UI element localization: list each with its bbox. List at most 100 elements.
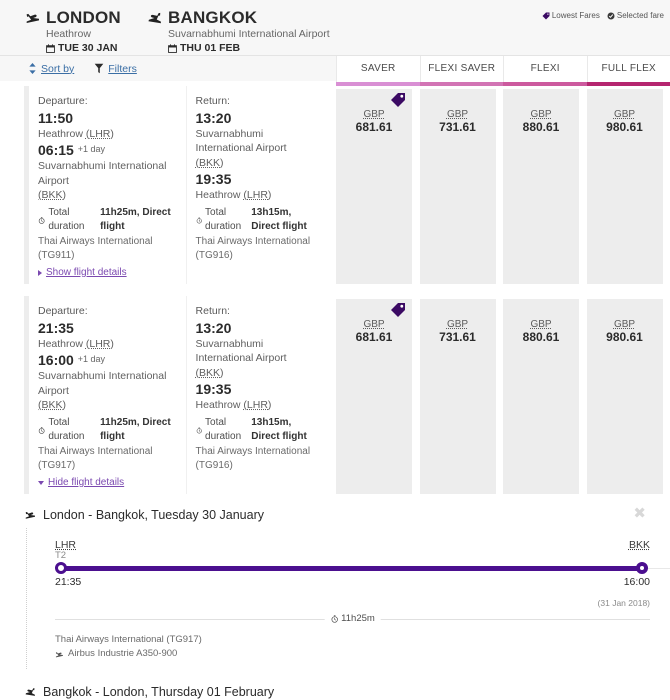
return-departure-time: 13:20 [196, 109, 322, 127]
outbound-arrival-airport: Suvarnabhumi International Airport [38, 369, 180, 398]
toggle-details-label: Hide flight details [48, 476, 124, 491]
sort-by-label: Sort by [41, 63, 74, 75]
fare-price-cell[interactable]: GBP 681.61 [336, 299, 412, 494]
segment-body: LHR T2 BKK 21:35 16:00 (31 Jan 2018) 11h… [26, 528, 660, 669]
fare-currency: GBP [447, 319, 468, 330]
sort-by-button[interactable]: Sort by [18, 63, 84, 75]
return-dep-code-line: (BKK) [196, 366, 322, 381]
return-carrier: Thai Airways International (TG916) [196, 445, 322, 474]
return-duration-value: 13h15m, Direct flight [251, 206, 322, 235]
destination-city: BANGKOK [168, 8, 330, 27]
timeline-departure-time: 21:35 [55, 576, 81, 588]
fare-price-cell[interactable]: GBP 980.61 [587, 89, 663, 284]
fare-amount: 681.61 [356, 330, 393, 344]
hide-flight-details-toggle[interactable]: Hide flight details [38, 476, 180, 491]
fare-price-cell[interactable]: GBP 731.61 [420, 89, 496, 284]
fare-column-header[interactable]: SAVER [336, 56, 420, 82]
outbound-arr-time-value: 06:15 [38, 142, 74, 158]
fare-amount: 980.61 [606, 330, 643, 344]
outbound-departure-time: 21:35 [38, 319, 180, 337]
clock-icon [38, 216, 45, 225]
outbound-dep-airport-name: Heathrow [38, 128, 83, 140]
show-flight-details-toggle[interactable]: Show flight details [38, 266, 180, 281]
outbound-duration-value: 11h25m, Direct flight [100, 206, 179, 235]
return-arr-airport-code: (LHR) [243, 399, 271, 411]
outbound-dep-airport-name: Heathrow [38, 338, 83, 350]
origin-date: TUE 30 JAN [46, 41, 121, 55]
segment-aircraft: Airbus Industrie A350-900 [55, 647, 660, 661]
destination-date-text: THU 01 FEB [180, 41, 240, 55]
fare-amount: 681.61 [356, 120, 393, 134]
fare-column-header[interactable]: FLEXI [503, 56, 587, 82]
calendar-icon [168, 44, 177, 53]
outbound-day-offset: +1 day [78, 144, 105, 154]
tag-icon [542, 12, 550, 20]
flight-card[interactable]: Departure: 11:50 Heathrow (LHR) 06:15 +1… [24, 86, 670, 284]
legend-selected-label: Selected fare [617, 11, 664, 20]
outbound-duration-prefix: Total duration [48, 206, 97, 235]
outbound-departure-time: 11:50 [38, 109, 180, 127]
clock-icon [196, 216, 202, 225]
toggle-details-label: Show flight details [46, 266, 127, 281]
return-arrival-airport: Heathrow (LHR) [196, 398, 322, 413]
flight-card[interactable]: Departure: 21:35 Heathrow (LHR) 16:00 +1… [24, 296, 670, 494]
route-destination: BANGKOK Suvarnabhumi International Airpo… [146, 8, 330, 55]
fare-column-headers: SAVER FLEXI SAVER FLEXI FULL FLEX [336, 56, 670, 82]
plane-takeoff-icon [24, 509, 37, 521]
fare-amount: 880.61 [523, 330, 560, 344]
fare-price-cell[interactable]: GBP 880.61 [503, 89, 579, 284]
fare-price-row: GBP 681.61 GBP 731.61 GBP 880.61 GBP 980… [336, 86, 670, 284]
segment-operator: Thai Airways International (TG917) [55, 633, 660, 647]
return-arr-airport-name: Heathrow [196, 399, 241, 411]
timeline-origin-terminal: T2 [55, 551, 66, 561]
return-arrival-time: 19:35 [196, 380, 322, 398]
filters-button[interactable]: Filters [84, 63, 147, 75]
plane-landing-icon [24, 686, 37, 698]
timeline-arrival-time: 16:00 [624, 576, 650, 588]
destination-airport: Suvarnabhumi International Airport [168, 27, 330, 41]
calendar-icon [46, 44, 55, 53]
fare-amount: 880.61 [523, 120, 560, 134]
fare-price-cell[interactable]: GBP 980.61 [587, 299, 663, 494]
return-duration-prefix: Total duration [205, 206, 248, 235]
outbound-departure-airport: Heathrow (LHR) [38, 337, 180, 352]
outbound-carrier: Thai Airways International (TG917) [38, 445, 180, 474]
return-label: Return: [196, 94, 322, 109]
return-leg: Return: 13:20 Suvarnabhumi International… [186, 296, 328, 494]
fare-price-cell[interactable]: GBP 880.61 [503, 299, 579, 494]
clock-icon [38, 426, 45, 435]
lowest-fare-tag-icon [390, 302, 406, 323]
flight-details-panel: ✖ London - Bangkok, Tuesday 30 January L… [0, 508, 670, 700]
return-duration: Total duration 13h15m, Direct flight [196, 206, 322, 235]
legend-lowest-fares: Lowest Fares [542, 11, 600, 20]
outbound-duration-prefix: Total duration [48, 416, 97, 445]
legend-selected-fare: Selected fare [607, 11, 664, 20]
chevron-right-icon [38, 270, 42, 276]
return-carrier: Thai Airways International (TG916) [196, 235, 322, 264]
outbound-dep-airport-code: (LHR) [86, 338, 114, 350]
legend-lowest-label: Lowest Fares [552, 11, 600, 20]
fare-price-cell[interactable]: GBP 681.61 [336, 89, 412, 284]
check-circle-icon [607, 12, 615, 20]
segment-duration-rule: 11h25m [55, 612, 650, 626]
return-label: Return: [196, 304, 322, 319]
funnel-icon [94, 63, 104, 74]
flight-results-page: Lowest Fares Selected fare LONDON Heathr… [0, 0, 670, 700]
return-departure-airport: Suvarnabhumi International Airport [196, 127, 322, 156]
filters-label: Filters [108, 63, 137, 75]
fare-column-header[interactable]: FULL FLEX [587, 56, 670, 82]
outbound-arrival-time: 16:00 +1 day [38, 351, 180, 369]
close-icon[interactable]: ✖ [633, 506, 646, 521]
fare-column-header[interactable]: FLEXI SAVER [420, 56, 504, 82]
segment-title: London - Bangkok, Tuesday 30 January [24, 508, 660, 522]
outbound-departure-airport: Heathrow (LHR) [38, 127, 180, 142]
return-arrival-airport: Heathrow (LHR) [196, 188, 322, 203]
return-arr-airport-name: Heathrow [196, 189, 241, 201]
return-arr-airport-code: (LHR) [243, 189, 271, 201]
return-departure-time: 13:20 [196, 319, 322, 337]
segment-title-text: Bangkok - London, Thursday 01 February [43, 685, 274, 699]
outbound-label: Departure: [38, 304, 180, 319]
fare-price-cell[interactable]: GBP 731.61 [420, 299, 496, 494]
fare-currency: GBP [530, 109, 551, 120]
route-header: Lowest Fares Selected fare LONDON Heathr… [0, 0, 670, 55]
